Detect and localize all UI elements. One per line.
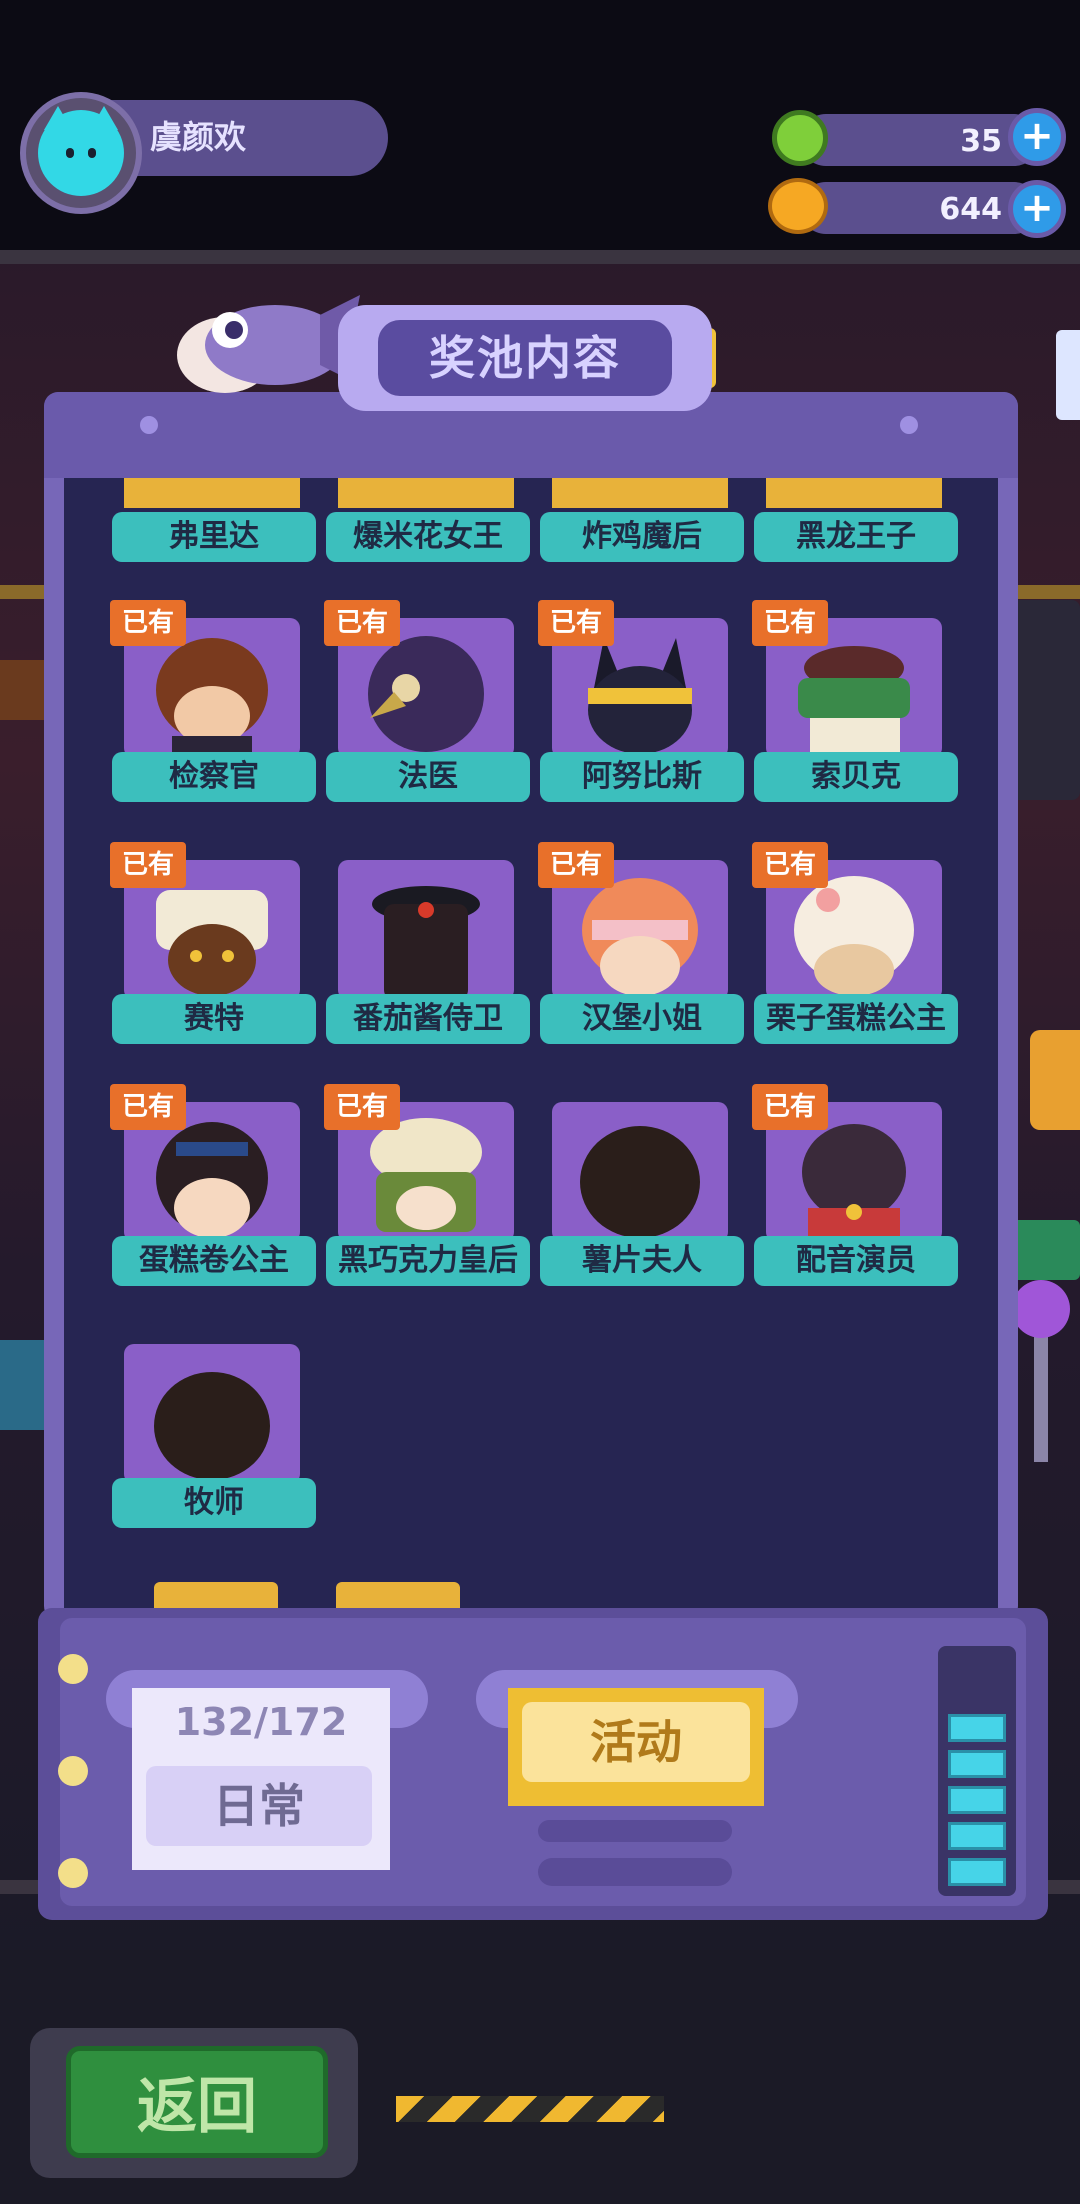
- character-portrait-icon: [370, 1118, 482, 1232]
- green-donut-icon: [772, 110, 828, 166]
- owned-badge: 已有: [752, 842, 828, 888]
- owned-badge: 已有: [538, 842, 614, 888]
- daily-button[interactable]: 日常: [146, 1766, 372, 1846]
- character-name[interactable]: 爆米花女王: [326, 512, 530, 562]
- rivet: [900, 416, 918, 434]
- character-portrait-icon: [794, 876, 914, 996]
- meter-segment: [948, 1786, 1006, 1814]
- clip-decor: [1056, 330, 1080, 420]
- light-bulb: [58, 1858, 88, 1888]
- fish-mascot-icon: [177, 295, 360, 393]
- character-name[interactable]: 弗里达: [112, 512, 316, 562]
- lever-stick[interactable]: [1034, 1322, 1048, 1462]
- character-portrait-icon: [156, 890, 268, 996]
- character-portrait-icon: [802, 1124, 906, 1242]
- username: 虞颜欢: [150, 118, 247, 156]
- character-portrait-icon: [798, 646, 910, 758]
- character-name[interactable]: 阿努比斯: [540, 752, 744, 802]
- event-button[interactable]: 活动: [522, 1702, 750, 1782]
- rivet: [140, 416, 158, 434]
- character-portrait-icon: [580, 1126, 700, 1238]
- character-name[interactable]: 法医: [326, 752, 530, 802]
- character-name[interactable]: 黑龙王子: [754, 512, 958, 562]
- owned-badge: 已有: [324, 600, 400, 646]
- lever-knob[interactable]: [1012, 1280, 1070, 1338]
- character-portrait-icon: [156, 1122, 268, 1238]
- daily-counter: 132/172: [174, 1700, 348, 1744]
- character-portrait-icon: [588, 638, 692, 754]
- add-green-currency-button[interactable]: +: [1008, 108, 1066, 166]
- light-bulb: [58, 1756, 88, 1786]
- character-name[interactable]: 炸鸡魔后: [540, 512, 744, 562]
- character-name[interactable]: 薯片夫人: [540, 1236, 744, 1286]
- owned-badge: 已有: [110, 1084, 186, 1130]
- light-bulb: [58, 1654, 88, 1684]
- character-name[interactable]: 黑巧克力皇后: [326, 1236, 530, 1286]
- character-name[interactable]: 番茄酱侍卫: [326, 994, 530, 1044]
- card-top-strip: [552, 478, 728, 508]
- character-portrait-icon: [368, 636, 484, 752]
- card-top-strip: [124, 478, 300, 508]
- gold-planet-icon: [768, 178, 828, 234]
- slot-groove: [538, 1858, 732, 1886]
- owned-badge: 已有: [752, 600, 828, 646]
- character-portrait-icon: [582, 878, 698, 996]
- owned-badge: 已有: [110, 600, 186, 646]
- character-name[interactable]: 索贝克: [754, 752, 958, 802]
- character-name[interactable]: 检察官: [112, 752, 316, 802]
- gold-tab: [336, 1582, 460, 1608]
- meter-segment: [948, 1714, 1006, 1742]
- shelf: [0, 250, 1080, 264]
- owned-badge: 已有: [110, 842, 186, 888]
- character-card[interactable]: [124, 1344, 300, 1484]
- progress-meter: [938, 1646, 1016, 1896]
- character-name[interactable]: 栗子蛋糕公主: [754, 994, 958, 1044]
- character-portrait-icon: [154, 1372, 270, 1480]
- character-name[interactable]: 牧师: [112, 1478, 316, 1528]
- character-portrait-icon: [156, 638, 268, 758]
- character-name[interactable]: 蛋糕卷公主: [112, 1236, 316, 1286]
- green-currency-value: 35: [960, 124, 1002, 159]
- hazard-stripe: [396, 2096, 664, 2122]
- gold-currency-value: 644: [939, 192, 1002, 227]
- gold-tab: [154, 1582, 278, 1608]
- character-card[interactable]: [552, 1102, 728, 1242]
- character-name[interactable]: 赛特: [112, 994, 316, 1044]
- meter-segment: [948, 1858, 1006, 1886]
- meter-segment: [948, 1750, 1006, 1778]
- avatar[interactable]: [38, 106, 124, 196]
- slot-groove: [538, 1820, 732, 1842]
- card-top-strip: [766, 478, 942, 508]
- character-name[interactable]: 汉堡小姐: [540, 994, 744, 1044]
- owned-badge: 已有: [324, 1084, 400, 1130]
- character-portrait-icon: [372, 886, 480, 1000]
- owned-badge: 已有: [752, 1084, 828, 1130]
- machine-decor: [1030, 1030, 1080, 1130]
- character-card[interactable]: [338, 860, 514, 1000]
- back-button[interactable]: 返回: [66, 2046, 328, 2158]
- meter-segment: [948, 1822, 1006, 1850]
- add-gold-currency-button[interactable]: +: [1008, 180, 1066, 238]
- prize-grid[interactable]: 弗里达 爆米花女王 炸鸡魔后 黑龙王子 已有 已有 已有 已有 检察官 法医 阿…: [64, 478, 998, 1618]
- owned-badge: 已有: [538, 600, 614, 646]
- panel-title: 奖池内容: [378, 320, 672, 396]
- character-name[interactable]: 配音演员: [754, 1236, 958, 1286]
- card-top-strip: [338, 478, 514, 508]
